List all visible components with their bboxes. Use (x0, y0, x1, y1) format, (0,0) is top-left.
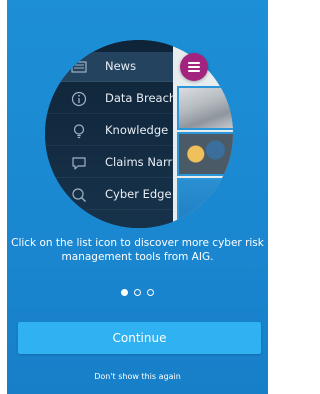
menu-item-label: Claims Narr (105, 155, 173, 169)
menu-preview-panel: News Data Breach Knowledge Claims Narr C… (45, 40, 177, 228)
continue-button[interactable]: Continue (18, 322, 261, 354)
menu-item-label: Knowledge (105, 123, 169, 137)
menu-item-knowledge: Knowledge (45, 116, 173, 146)
menu-item-label: News (105, 59, 137, 73)
menu-item-claims: Claims Narr (45, 148, 173, 178)
search-icon (72, 188, 86, 202)
menu-item-label: Cyber Edge (105, 187, 172, 201)
page-dot[interactable] (147, 289, 154, 296)
lightbulb-icon (73, 124, 85, 139)
article-thumbnail (177, 132, 233, 176)
menu-item-cyber-edge: Cyber Edge (45, 180, 173, 210)
onboarding-screen: News Data Breach Knowledge Claims Narr C… (7, 0, 268, 394)
page-indicator (7, 289, 268, 299)
page-dot-active[interactable] (121, 289, 128, 296)
info-icon (71, 91, 87, 107)
hamburger-menu-icon (180, 53, 208, 81)
menu-item-data-breach: Data Breach (45, 84, 177, 114)
article-thumbnail (177, 86, 233, 130)
instruction-text: Click on the list icon to discover more … (11, 237, 264, 263)
menu-item-label: Data Breach (105, 91, 177, 105)
article-thumbnail (177, 178, 233, 228)
news-icon (71, 61, 87, 73)
menu-item-news: News (45, 52, 173, 82)
chat-icon (72, 157, 86, 170)
dont-show-again-link[interactable]: Don't show this again (7, 372, 268, 381)
page-dot[interactable] (134, 289, 141, 296)
